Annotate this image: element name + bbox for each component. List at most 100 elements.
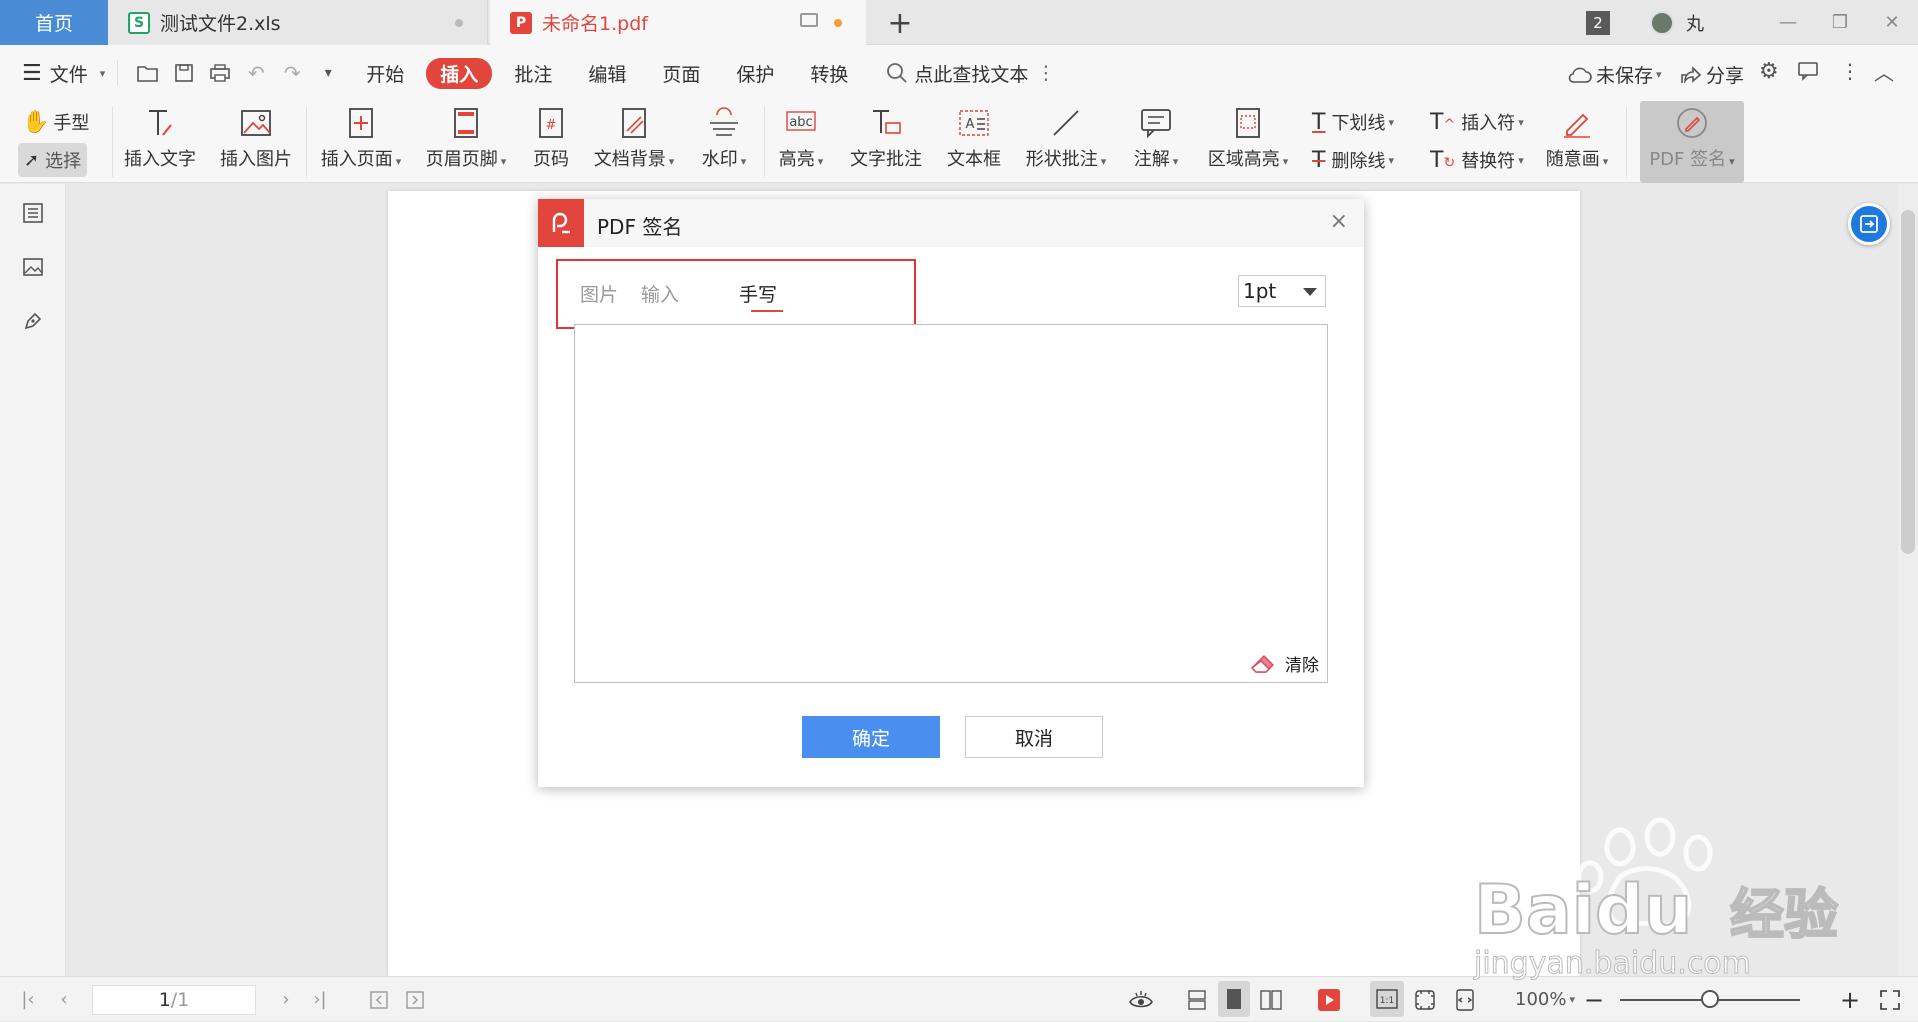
shape-comment-button[interactable]: 形状批注 ▾ [1020,101,1112,183]
prev-page-icon[interactable]: ‹ [52,977,76,1022]
monitor-icon[interactable] [800,13,818,27]
page-number-button[interactable]: # 页码 [528,101,574,183]
underline-button[interactable]: T 下划线 ▾ [1312,105,1394,139]
insert-image-label: 插入图片 [220,149,292,170]
pdf-sign-button[interactable]: PDF 签名 ▾ [1640,101,1744,183]
cancel-button[interactable]: 取消 [965,716,1103,758]
two-page-view-icon[interactable] [1256,977,1286,1022]
note-button[interactable]: 注解 ▾ [1128,101,1184,183]
last-page-icon[interactable]: ›| [308,977,332,1022]
collapse-ribbon-icon[interactable]: ︿ [1874,57,1894,86]
tab-handwrite[interactable]: 手写 [739,280,777,307]
avatar[interactable] [1650,10,1674,35]
file-menu[interactable]: ☰ 文件 ▾ [22,60,105,87]
window-controls: 2 丸 — ❐ ✕ [1586,0,1918,45]
freehand-button[interactable]: 随意画 ▾ [1542,101,1612,183]
tab-convert[interactable]: 转换 [810,60,848,87]
close-window-button[interactable]: ✕ [1866,12,1918,33]
tab-protect[interactable]: 保护 [736,60,774,87]
customize-icon[interactable]: ▾ [310,65,346,81]
annotation-pen-icon[interactable] [18,306,48,336]
text-comment-icon [869,105,903,141]
first-page-icon[interactable]: |‹ [16,977,40,1022]
zoom-dropdown[interactable]: 100% ▾ [1500,977,1590,1022]
next-page-icon[interactable]: › [274,977,298,1022]
share-button[interactable]: 分享 [1680,61,1744,88]
page-indicator[interactable]: 1/1 [92,985,256,1015]
clear-button[interactable]: 清除 [1249,651,1319,676]
play-slideshow-icon[interactable] [1314,977,1344,1022]
search-box[interactable]: 点此查找文本 ⋮ [886,60,1055,87]
zoom-out-button[interactable]: − [1582,977,1606,1022]
tab-comment[interactable]: 批注 [514,60,552,87]
close-icon[interactable]: × [1330,209,1348,234]
signature-draw-area[interactable]: 清除 [574,324,1328,683]
chevron-down-icon: ▾ [99,66,106,80]
search-placeholder: 点此查找文本 [914,63,1029,86]
more-vertical-icon[interactable]: ⋮ [1840,59,1860,83]
fullscreen-icon[interactable] [1876,977,1904,1022]
text-box-button[interactable]: A 文本框 [944,101,1004,183]
window-count-badge[interactable]: 2 [1586,10,1610,35]
divider [117,60,119,86]
back-icon[interactable] [366,977,392,1022]
eye-protection-icon[interactable] [1126,977,1156,1022]
tab-page[interactable]: 页面 [662,60,700,87]
floating-convert-button[interactable] [1848,203,1890,245]
tab-type[interactable]: 输入 [641,280,679,307]
menu-bar: ☰ 文件 ▾ ↶ ↷ ▾ 开始 插入 批注 编辑 页面 保护 转换 点此查找文本… [0,45,1918,101]
zoom-slider-knob[interactable] [1701,990,1719,1008]
zoom-in-button[interactable]: + [1838,977,1862,1022]
continuous-view-icon[interactable] [1182,977,1212,1022]
insert-page-button[interactable]: 插入页面 ▾ [318,101,404,183]
tab-insert[interactable]: 插入 [426,57,493,89]
tab-home[interactable]: 首页 [0,0,108,45]
fit-page-icon[interactable] [1410,977,1440,1022]
header-footer-button[interactable]: 页眉页脚 ▾ [422,101,510,183]
minimize-button[interactable]: — [1762,12,1814,33]
single-page-view-icon[interactable] [1218,981,1250,1017]
tab-start[interactable]: 开始 [366,60,404,87]
open-icon[interactable] [130,64,166,82]
strikethrough-button[interactable]: T 删除线 ▾ [1312,143,1394,177]
new-tab-button[interactable]: + [885,6,915,41]
cloud-save-status[interactable]: 未保存 ▾ [1568,61,1662,88]
insert-text-button[interactable]: 插入文字 [124,101,196,183]
active-tab-underline [751,310,783,312]
undo-icon[interactable]: ↶ [238,61,274,85]
print-icon[interactable] [202,63,238,83]
insert-image-button[interactable]: 插入图片 [218,101,294,183]
redo-icon[interactable]: ↷ [274,61,310,85]
tab-xls-file[interactable]: S 测试文件2.xls [108,0,488,45]
restore-button[interactable]: ❐ [1814,12,1866,33]
area-highlight-button[interactable]: 区域高亮 ▾ [1204,101,1292,183]
tab-edit[interactable]: 编辑 [588,60,626,87]
text-comment-button[interactable]: 文字批注 [846,101,926,183]
add-page-icon [344,105,378,141]
scrollbar-thumb[interactable] [1901,210,1915,554]
fit-width-icon[interactable] [1450,977,1480,1022]
header-footer-label: 页眉页脚 [425,149,498,170]
confirm-button[interactable]: 确定 [802,716,940,758]
document-background-button[interactable]: 文档背景 ▾ [590,101,678,183]
save-icon[interactable] [166,63,202,83]
watermark-button[interactable]: 水印 ▾ [696,101,752,183]
pen-size-select[interactable]: 1pt [1238,275,1326,307]
dialog-title: PDF 签名 [597,215,683,239]
forward-icon[interactable] [402,977,428,1022]
hand-tool[interactable]: ✋ 手型 [22,105,89,139]
actual-size-icon[interactable]: 1:1 [1370,981,1404,1017]
replace-mark-button[interactable]: T↻ 替换符 ▾ [1430,143,1524,177]
thumbnail-image-icon[interactable] [18,252,48,282]
divider [112,107,113,177]
outline-list-icon[interactable] [18,198,48,228]
settings-gear-icon[interactable]: ⚙ [1759,59,1779,84]
select-tool[interactable]: ➚ 选择 [18,143,88,177]
tab-image[interactable]: 图片 [580,280,618,307]
tab-pdf-file[interactable]: P 未命名1.pdf [490,0,866,45]
background-icon [617,105,651,141]
highlight-button[interactable]: abc 高亮 ▾ [774,101,828,183]
insert-mark-button[interactable]: T^ 插入符 ▾ [1430,105,1524,139]
note-label: 注解 [1133,149,1170,170]
chat-icon[interactable] [1797,61,1819,81]
